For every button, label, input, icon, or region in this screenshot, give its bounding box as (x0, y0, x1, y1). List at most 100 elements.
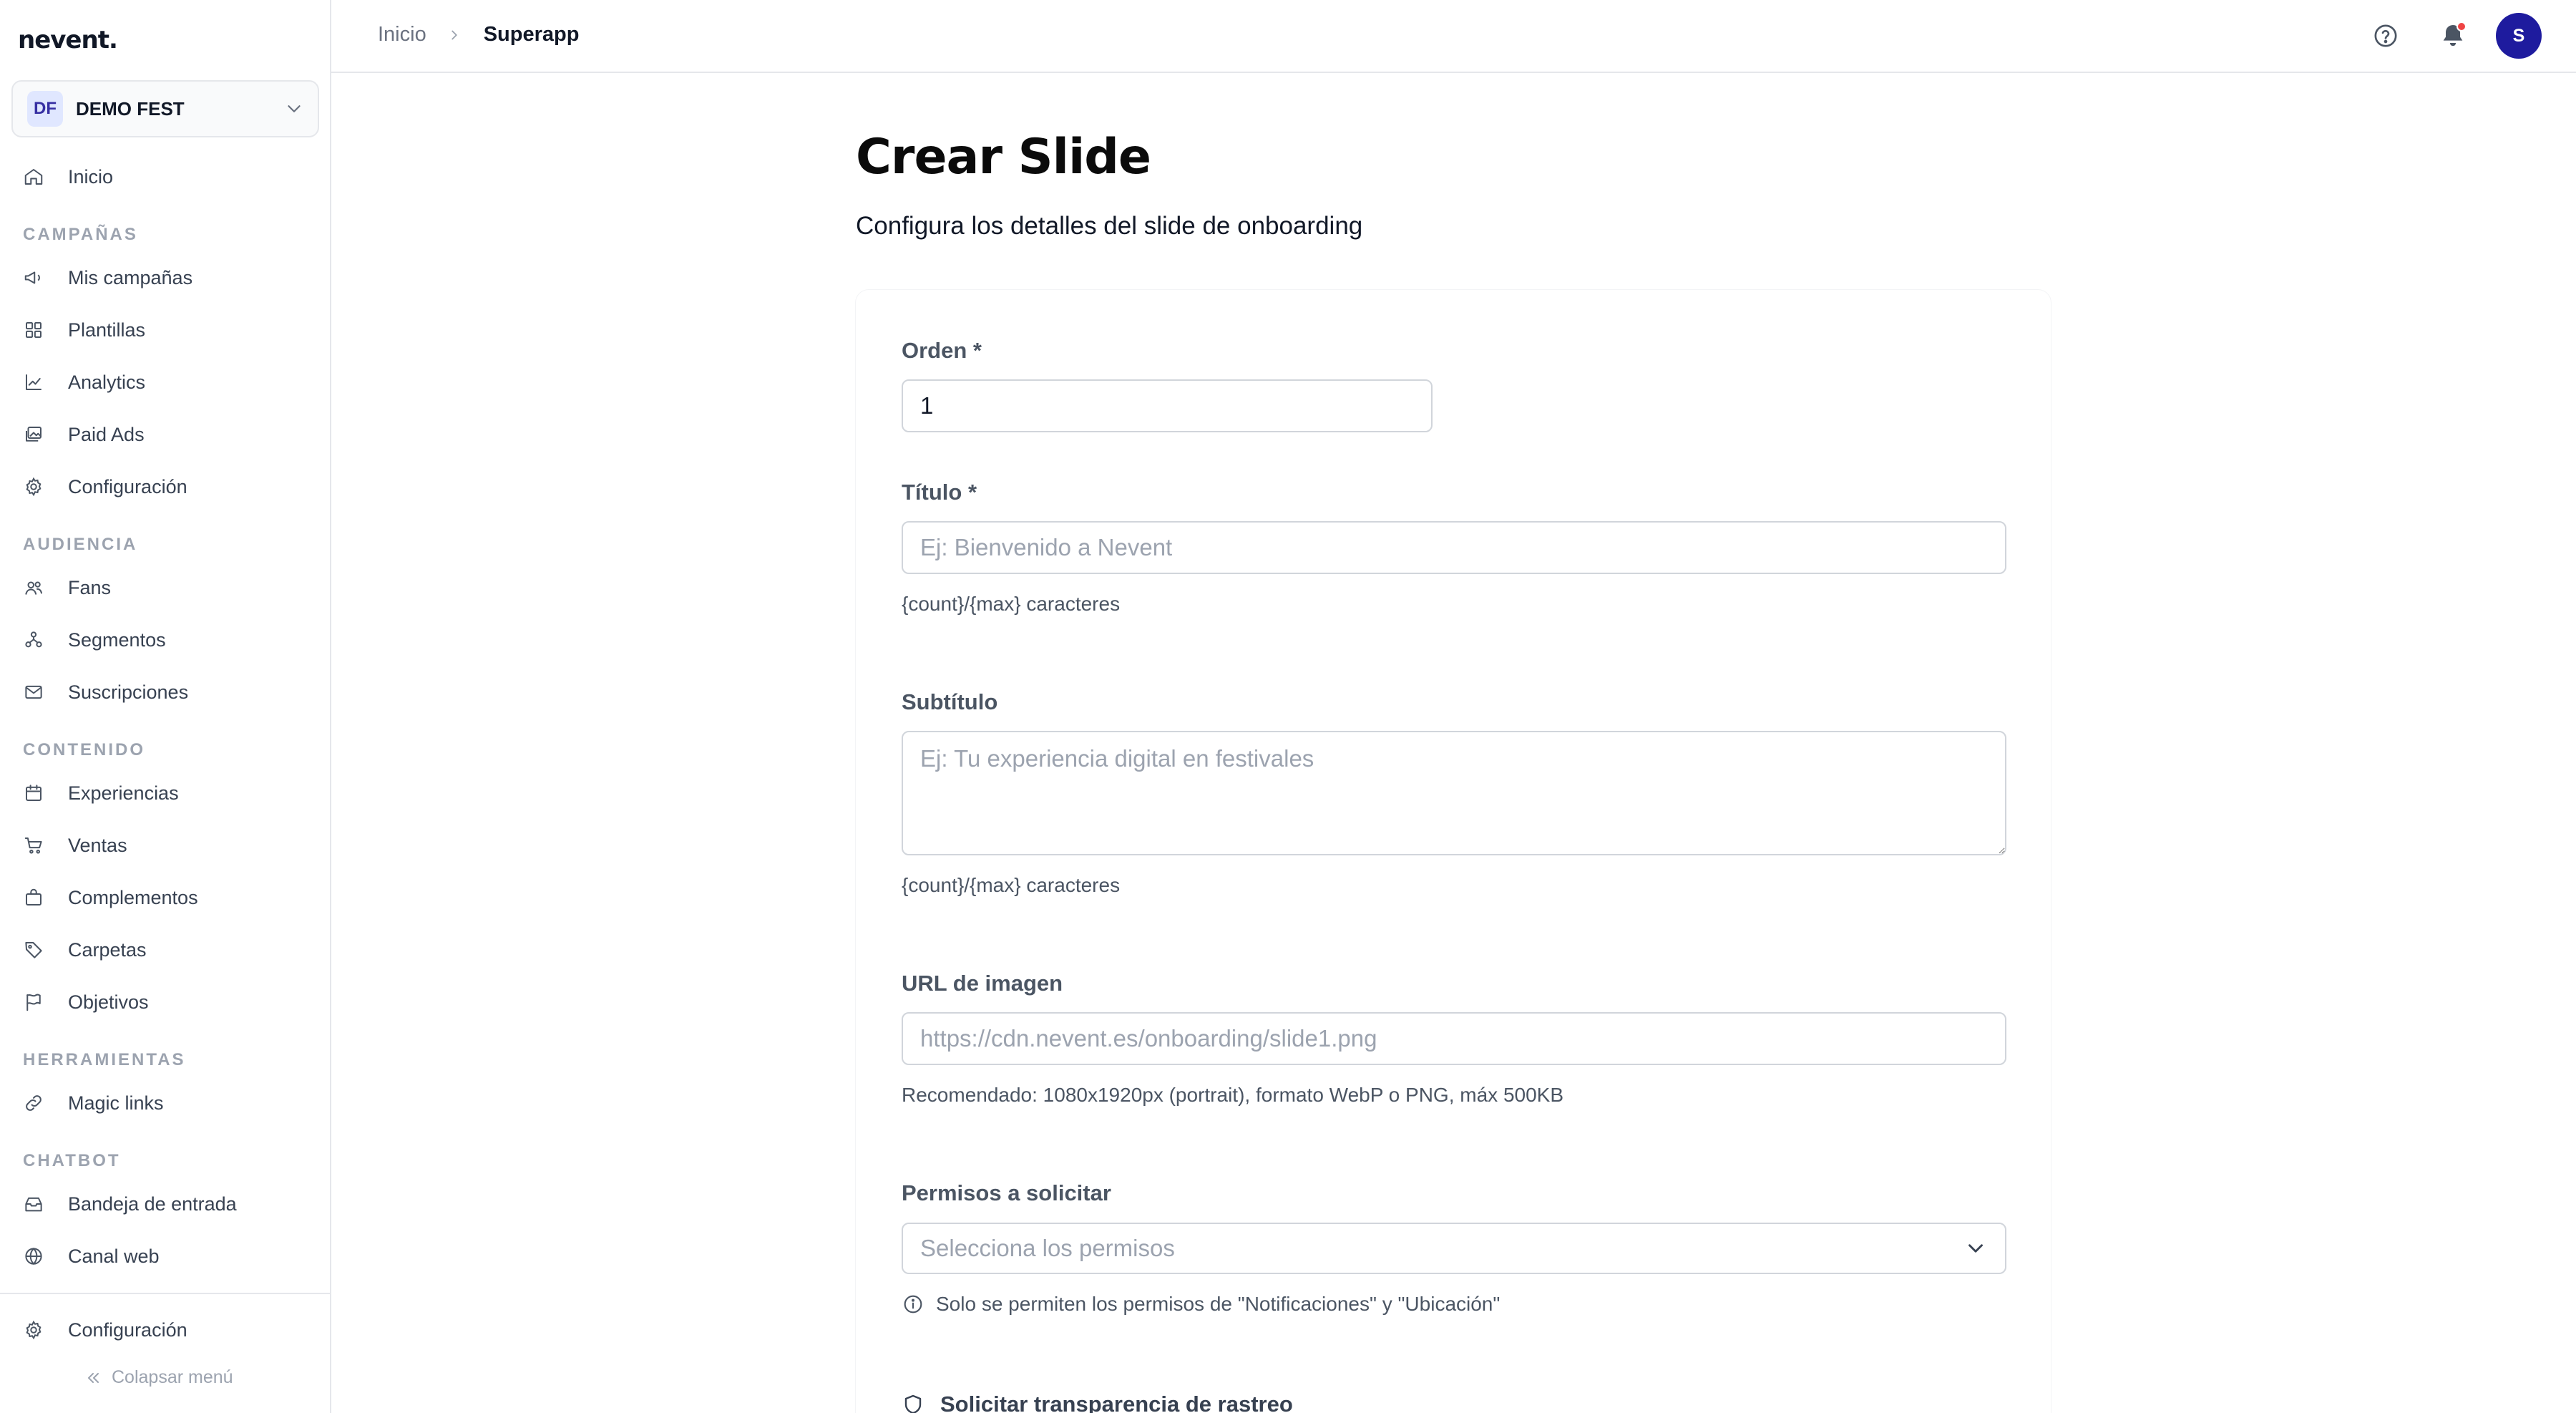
title-label: Título * (902, 480, 977, 505)
calendar-icon (26, 785, 42, 801)
topbar: Inicio Superapp (331, 0, 2576, 73)
help-icon[interactable] (2371, 21, 2400, 50)
sidebar-item-label: Configuración (68, 1319, 187, 1341)
workspace-name: DEMO FEST (76, 97, 185, 120)
sidebar-item-experiences[interactable]: Experiencias (23, 775, 309, 811)
sidebar-item-label: Configuración (68, 475, 187, 497)
image-url-input[interactable] (902, 1012, 2006, 1065)
sidebar-item-home[interactable]: Inicio (23, 159, 309, 195)
subtitle-char-count: {count}/{max} caracteres (902, 874, 1121, 896)
sidebar-item-label: Analytics (68, 371, 146, 393)
sidebar-item-label: Suscripciones (68, 681, 189, 703)
shield-icon (904, 1394, 922, 1413)
gear-icon (26, 477, 42, 497)
section-title-chatbot: CHATBOT (23, 1151, 121, 1170)
sidebar-item-label: Plantillas (68, 319, 146, 341)
permissions-label: Permisos a solicitar (902, 1180, 1111, 1205)
inbox-icon (25, 1197, 42, 1212)
section-title-content: CONTENIDO (23, 740, 145, 759)
subtitle-label: Subtítulo (902, 689, 998, 714)
sidebar-item-label: Complementos (68, 886, 198, 908)
sidebar-item-label: Paid Ads (68, 423, 145, 445)
breadcrumb-current: Superapp (483, 23, 580, 46)
gear-icon (26, 1320, 42, 1340)
breadcrumb: Inicio Superapp (378, 23, 579, 47)
sidebar-item-label: Segmentos (68, 628, 166, 651)
sidebar: nevent. DF DEMO FEST Inicio CAMPAÑAS Mis… (0, 0, 331, 1413)
chevrons-left-icon (88, 1372, 99, 1383)
sidebar-item-analytics[interactable]: Analytics (23, 364, 309, 400)
user-avatar[interactable]: S (2496, 13, 2542, 59)
sidebar-item-sales[interactable]: Ventas (23, 827, 309, 863)
sidebar-item-label: Canal web (68, 1245, 160, 1267)
hierarchy-icon (25, 631, 42, 648)
section-title-audience: AUDIENCIA (23, 535, 138, 554)
chart-line-icon (26, 374, 42, 390)
flag-icon (26, 994, 41, 1011)
link-icon (26, 1095, 42, 1111)
sidebar-item-campaign-settings[interactable]: Configuración (23, 469, 309, 505)
notification-dot (2457, 21, 2467, 31)
sidebar-item-label: Objetivos (68, 991, 149, 1013)
image-url-label: URL de imagen (902, 971, 1063, 996)
tag-icon (25, 942, 42, 958)
workspace-avatar: DF (27, 91, 63, 127)
sidebar-item-goals[interactable]: Objetivos (23, 984, 309, 1020)
chevron-right-icon (452, 30, 457, 39)
order-label: Orden * (902, 338, 982, 363)
app-logo[interactable]: nevent. (18, 26, 118, 54)
sidebar-item-paid-ads[interactable]: Paid Ads (23, 417, 309, 452)
sidebar-item-label: Mis campañas (68, 266, 193, 288)
collapse-menu-label: Colapsar menú (112, 1367, 233, 1387)
workspace-selector[interactable]: DF DEMO FEST (11, 80, 319, 137)
sidebar-item-settings[interactable]: Configuración (23, 1312, 309, 1348)
globe-icon (25, 1247, 42, 1266)
sidebar-item-magic-links[interactable]: Magic links (23, 1085, 309, 1121)
users-icon (25, 581, 42, 595)
sidebar-divider (0, 1293, 331, 1294)
sidebar-item-web-channel[interactable]: Canal web (23, 1238, 309, 1274)
section-title-campaigns: CAMPAÑAS (23, 225, 138, 244)
sidebar-item-label: Bandeja de entrada (68, 1193, 237, 1215)
home-icon (24, 169, 43, 185)
collapse-menu-button[interactable]: Colapsar menú (84, 1367, 233, 1388)
sidebar-item-label: Fans (68, 576, 112, 598)
sidebar-item-subscriptions[interactable]: Suscripciones (23, 674, 309, 710)
page-subtitle: Configura los detalles del slide de onbo… (856, 212, 1363, 240)
sidebar-item-my-campaigns[interactable]: Mis campañas (23, 260, 309, 296)
shopping-bag-icon (26, 888, 42, 905)
title-input[interactable] (902, 521, 2006, 574)
sidebar-item-fans[interactable]: Fans (23, 570, 309, 606)
permissions-select[interactable]: Selecciona los permisos (902, 1223, 2006, 1274)
permissions-info: Solo se permiten los permisos de "Notifi… (902, 1293, 1500, 1316)
page-title: Crear Slide (856, 129, 1151, 185)
tracking-transparency-row[interactable]: Solicitar transparencia de rastreo (902, 1392, 1293, 1413)
permissions-info-text: Solo se permiten los permisos de "Notifi… (936, 1293, 1501, 1315)
mail-icon (25, 685, 42, 699)
sidebar-item-label: Carpetas (68, 938, 147, 961)
image-url-helper: Recomendado: 1080x1920px (portrait), for… (902, 1084, 1564, 1106)
cart-icon (24, 837, 42, 854)
breadcrumb-home[interactable]: Inicio (378, 23, 426, 47)
title-char-count: {count}/{max} caracteres (902, 593, 1121, 615)
sidebar-item-addons[interactable]: Complementos (23, 880, 309, 916)
tracking-transparency-label: Solicitar transparencia de rastreo (940, 1392, 1293, 1413)
sidebar-item-label: Ventas (68, 834, 127, 856)
sidebar-item-label: Magic links (68, 1092, 164, 1114)
sidebar-item-folders[interactable]: Carpetas (23, 932, 309, 968)
order-input[interactable] (902, 379, 1433, 432)
sidebar-item-templates[interactable]: Plantillas (23, 312, 309, 348)
sidebar-item-inbox[interactable]: Bandeja de entrada (23, 1186, 309, 1222)
section-title-tools: HERRAMIENTAS (23, 1050, 186, 1069)
images-icon (26, 427, 42, 442)
subtitle-textarea[interactable] (902, 731, 2006, 855)
grid-icon (26, 322, 42, 338)
chevron-down-icon (1968, 1244, 1983, 1253)
sidebar-item-label: Experiencias (68, 782, 179, 804)
chevron-down-icon (288, 105, 301, 112)
megaphone-icon (24, 271, 40, 284)
sidebar-item-segments[interactable]: Segmentos (23, 622, 309, 658)
info-icon (904, 1295, 922, 1314)
sidebar-item-label: Inicio (68, 165, 114, 188)
permissions-select-placeholder: Selecciona los permisos (920, 1235, 1175, 1261)
